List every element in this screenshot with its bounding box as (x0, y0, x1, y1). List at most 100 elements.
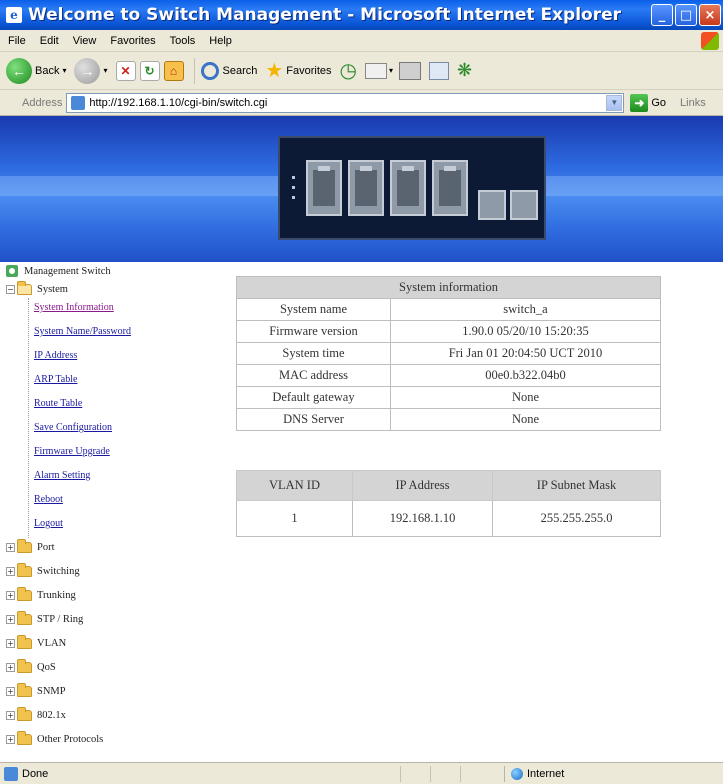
tree-folder-port[interactable]: + Port (6, 539, 55, 553)
expand-icon[interactable]: + (6, 711, 15, 720)
tree-item-ip-address[interactable]: IP Address (34, 350, 77, 361)
table-header-row: VLAN ID IP Address IP Subnet Mask (236, 470, 661, 501)
address-bar: Address http://192.168.1.10/cgi-bin/swit… (0, 90, 723, 116)
close-button[interactable]: × (699, 4, 721, 26)
address-url[interactable]: http://192.168.1.10/cgi-bin/switch.cgi (89, 97, 267, 109)
menu-help[interactable]: Help (209, 35, 232, 47)
expand-icon[interactable]: + (6, 543, 15, 552)
info-value: Fri Jan 01 20:04:50 UCT 2010 (390, 342, 661, 365)
stop-icon[interactable]: ✕ (115, 60, 136, 81)
minimize-button[interactable]: _ (651, 4, 673, 26)
forward-dropdown-icon[interactable]: ▾ (103, 66, 107, 75)
expand-icon[interactable]: + (6, 735, 15, 744)
table-row: System name switch_a (236, 298, 661, 321)
fiber-port-1-icon (478, 190, 506, 220)
expand-icon[interactable]: + (6, 567, 15, 576)
tree-item-system-information[interactable]: System Information (34, 302, 114, 313)
tree-folder-snmp[interactable]: + SNMP (6, 683, 66, 697)
mail-icon[interactable] (365, 62, 387, 79)
expand-icon[interactable]: + (6, 615, 15, 624)
tree-folder-label: VLAN (37, 638, 67, 649)
info-value: 1.90.0 05/20/10 15:20:35 (390, 320, 661, 343)
subnet-mask-cell: 255.255.255.0 (492, 500, 661, 537)
go-label: Go (651, 96, 667, 109)
refresh-icon[interactable]: ↻ (139, 60, 160, 81)
column-header-vlan-id: VLAN ID (236, 470, 353, 501)
menu-tools[interactable]: Tools (170, 35, 196, 47)
vlan-panel: VLAN ID IP Address IP Subnet Mask 1 192.… (236, 470, 661, 537)
folder-icon (17, 635, 32, 649)
table-row: System time Fri Jan 01 20:04:50 UCT 2010 (236, 342, 661, 365)
info-key: System name (236, 298, 391, 321)
address-dropdown-icon[interactable]: ▼ (606, 94, 623, 111)
tree-folder-switching[interactable]: + Switching (6, 563, 80, 577)
tree-root-label: Management Switch (24, 265, 111, 277)
tree-item-save-configuration[interactable]: Save Configuration (34, 422, 112, 433)
tree-folder-stp-ring[interactable]: + STP / Ring (6, 611, 83, 625)
back-dropdown-icon[interactable]: ▾ (62, 66, 66, 75)
collapse-icon[interactable]: − (6, 285, 15, 294)
tree-folder-label: Trunking (37, 590, 76, 601)
expand-icon[interactable]: + (6, 639, 15, 648)
power-led-icon (292, 176, 295, 179)
tree-item-system-name-password[interactable]: System Name/Password (34, 326, 131, 337)
messenger-icon[interactable]: ❋ (457, 60, 472, 81)
tree-folder-vlan[interactable]: + VLAN (6, 635, 67, 649)
go-button[interactable]: ➜ Go (630, 93, 667, 112)
tree-folder-8021x[interactable]: + 802.1x (6, 707, 66, 721)
tree-item-firmware-upgrade[interactable]: Firmware Upgrade (34, 446, 110, 457)
table-row: MAC address 00e0.b322.04b0 (236, 364, 661, 387)
search-label: Search (222, 64, 258, 77)
tree-folder-trunking[interactable]: + Trunking (6, 587, 76, 601)
folder-icon (17, 587, 32, 601)
tree-root[interactable]: Management Switch (6, 265, 111, 277)
menu-favorites[interactable]: Favorites (110, 35, 155, 47)
back-button[interactable]: ← Back ▾ (6, 57, 66, 84)
ie-logo-icon: e (6, 7, 22, 23)
address-input[interactable]: http://192.168.1.10/cgi-bin/switch.cgi ▼ (66, 92, 625, 113)
folder-icon (17, 563, 32, 577)
expand-icon[interactable]: + (6, 687, 15, 696)
zone-label: Internet (527, 768, 565, 780)
toolbar-separator (193, 57, 195, 84)
tree-item-arp-table[interactable]: ARP Table (34, 374, 77, 385)
menu-edit[interactable]: Edit (40, 35, 59, 47)
print-icon[interactable] (399, 61, 422, 80)
tree-folder-label: Switching (37, 566, 80, 577)
forward-button[interactable]: → ▾ (74, 57, 108, 84)
home-icon[interactable]: ⌂ (163, 60, 184, 81)
tree-folder-other-protocols[interactable]: + Other Protocols (6, 731, 103, 745)
status-led-icon (292, 186, 295, 189)
tree-item-alarm-setting[interactable]: Alarm Setting (34, 470, 90, 481)
expand-icon[interactable]: + (6, 591, 15, 600)
history-icon[interactable]: ◷ (340, 58, 357, 83)
tree-item-route-table[interactable]: Route Table (34, 398, 82, 409)
info-value: None (390, 386, 661, 409)
links-label[interactable]: Links (680, 97, 706, 109)
expand-icon[interactable]: + (6, 663, 15, 672)
folder-icon (17, 539, 32, 553)
window-title-bar[interactable]: e Welcome to Switch Management - Microso… (0, 0, 723, 30)
tree-folder-system[interactable]: − System (6, 281, 68, 295)
favorites-button[interactable]: ★ Favorites (265, 58, 331, 83)
menu-view[interactable]: View (73, 35, 97, 47)
tree-item-reboot[interactable]: Reboot (34, 494, 63, 505)
mail-dropdown-icon[interactable]: ▾ (389, 66, 393, 75)
menu-file[interactable]: File (8, 35, 26, 47)
info-key: System time (236, 342, 391, 365)
column-header-ip-address: IP Address (352, 470, 493, 501)
tree-folder-qos[interactable]: + QoS (6, 659, 56, 673)
info-value: 00e0.b322.04b0 (390, 364, 661, 387)
search-button[interactable]: Search (200, 61, 258, 80)
edit-icon[interactable] (429, 61, 450, 80)
favorites-star-icon: ★ (265, 60, 284, 82)
page-done-icon (4, 766, 18, 781)
maximize-button[interactable]: □ (675, 4, 697, 26)
rj45-port-3-icon (390, 160, 426, 216)
back-arrow-icon: ← (6, 57, 32, 84)
tree-item-logout[interactable]: Logout (34, 518, 63, 529)
vlan-table: VLAN ID IP Address IP Subnet Mask 1 192.… (236, 470, 661, 537)
table-row: Default gateway None (236, 386, 661, 409)
folder-icon (17, 707, 32, 721)
address-label: Address (22, 96, 63, 109)
